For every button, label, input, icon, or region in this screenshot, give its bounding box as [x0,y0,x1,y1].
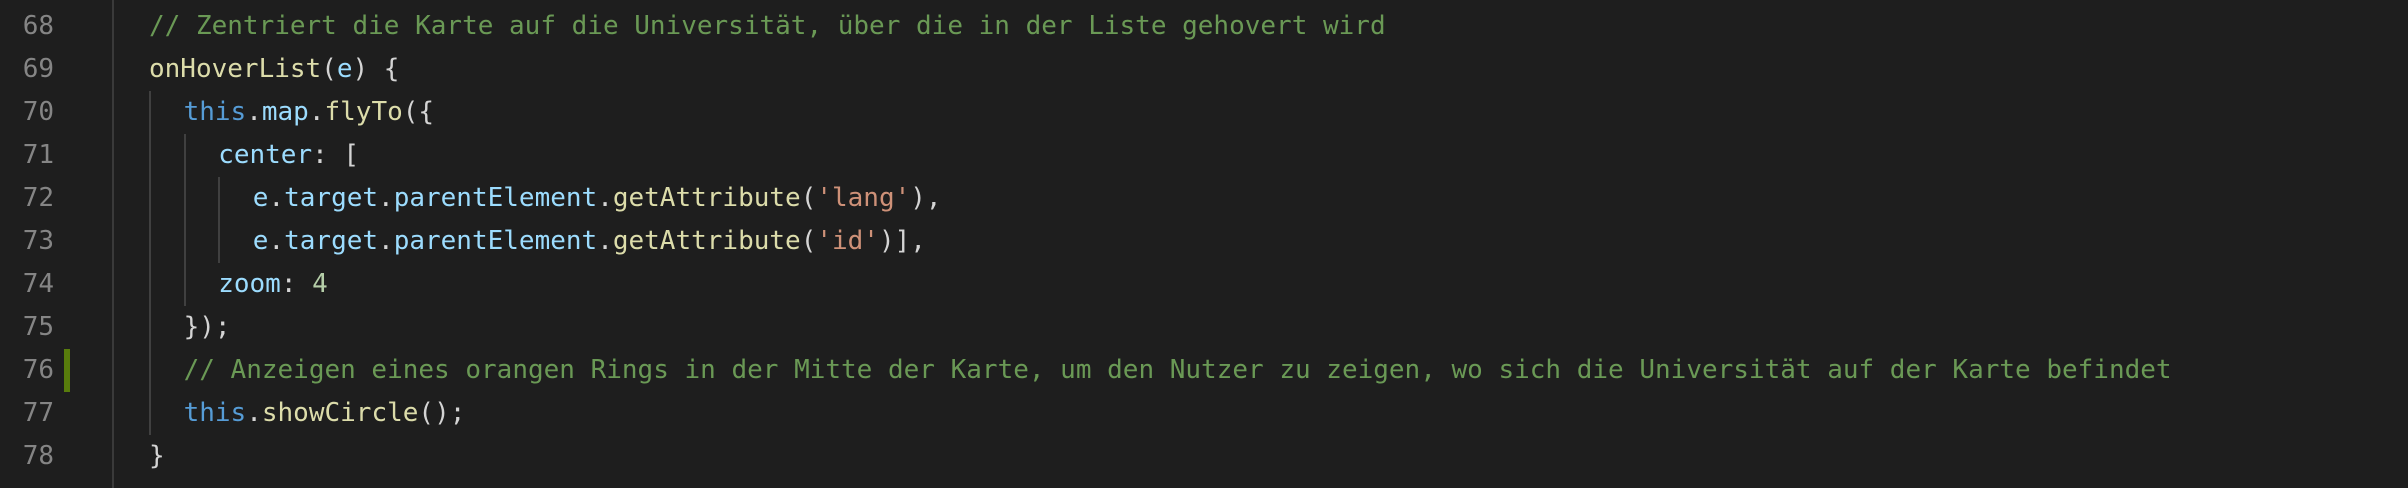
code-token: ) { [352,54,400,84]
code-line[interactable]: zoom: 4 [218,263,328,306]
code-token: parentElement [393,226,598,256]
code-token: ({ [402,97,435,127]
line-number: 75 [22,312,54,342]
code-token: 4 [312,269,328,299]
code-token: (); [418,398,466,428]
code-token: target [284,183,379,213]
line-number: 68 [22,11,54,41]
code-token: ), [910,183,942,213]
code-token: . [378,226,394,256]
code-token: ( [800,183,817,213]
git-modified-marker [64,349,70,392]
code-token: 'lang' [816,183,911,213]
code-line[interactable]: }); [184,306,231,349]
code-token: map [261,97,309,127]
line-number: 70 [22,97,54,127]
code-token: : [ [312,140,360,170]
code-token: ( [321,54,337,84]
indent-guide [149,91,151,435]
code-token: } [149,441,165,471]
code-token: . [268,226,285,256]
code-token: // Zentriert die Karte auf die Universit… [149,11,1386,41]
code-token: e [336,54,353,84]
line-number: 71 [22,140,54,170]
code-token: flyTo [324,97,403,127]
code-line[interactable]: this.showCircle(); [184,392,466,435]
line-number: 77 [22,398,54,428]
code-token: // Anzeigen eines orangen Rings in der M… [183,355,2172,385]
code-area[interactable]: // Zentriert die Karte auf die Universit… [114,0,2408,488]
code-token: target [284,226,379,256]
code-token: onHoverList [149,54,322,84]
code-line[interactable]: // Zentriert die Karte auf die Universit… [149,5,1386,48]
line-number: 74 [22,269,54,299]
indent-guide [218,177,221,263]
code-line[interactable]: center: [ [218,134,359,177]
code-token: e [252,226,269,256]
code-token: . [378,183,394,213]
code-token: getAttribute [612,183,801,213]
code-line[interactable]: e.target.parentElement.getAttribute('id'… [253,220,926,263]
code-token: . [268,183,285,213]
indent-guide [183,134,186,306]
code-line[interactable]: onHoverList(e) { [149,48,399,91]
code-token: . [597,183,613,213]
line-number-gutter: 68 69 70 71 72 73 74 75 76 77 78 [0,0,114,488]
code-token: }); [183,312,231,342]
code-token: . [246,97,262,127]
code-line[interactable]: e.target.parentElement.getAttribute('lan… [253,177,942,220]
code-token: showCircle [261,398,419,428]
code-token: parentElement [393,183,598,213]
code-token: )], [878,226,926,256]
code-token: this [183,398,247,428]
code-token: . [308,97,325,127]
code-token: getAttribute [612,226,801,256]
line-number: 69 [22,54,54,84]
line-number: 76 [22,355,54,385]
code-token: ( [800,226,817,256]
code-line[interactable]: this.map.flyTo({ [184,91,435,134]
line-number: 72 [22,183,54,213]
code-line[interactable]: // Anzeigen eines orangen Rings in der M… [184,349,2172,392]
line-number: 73 [22,226,54,256]
line-number: 78 [22,441,54,471]
code-token: : [280,269,313,299]
code-token: e [252,183,269,213]
code-token: . [246,398,262,428]
code-token: 'id' [816,226,879,256]
code-editor[interactable]: 68 69 70 71 72 73 74 75 76 77 78 // Zentriert die … [0,0,2408,488]
code-token: zoom [218,269,281,299]
code-token: center [218,140,313,170]
code-token: this [183,97,247,127]
code-line[interactable]: } [149,435,165,478]
code-token: . [597,226,613,256]
